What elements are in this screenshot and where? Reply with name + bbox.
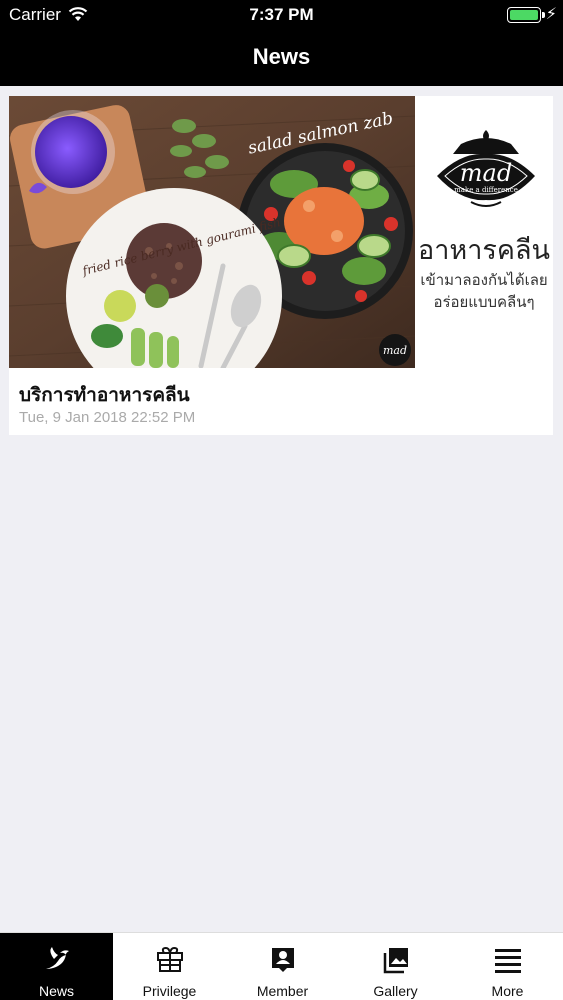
- promo-subline-1: เข้ามาลองกันได้เลย: [420, 272, 548, 289]
- tab-news[interactable]: News: [0, 933, 113, 1000]
- corner-logo-text: mad: [383, 344, 407, 357]
- battery-icon: [507, 7, 541, 23]
- tab-label-member: Member: [256, 983, 309, 999]
- promo-headline: อาหารคลีน: [418, 235, 550, 265]
- tab-member[interactable]: Member: [226, 933, 339, 1000]
- tab-privilege[interactable]: Privilege: [113, 933, 226, 1000]
- food-photo: salad salmon zab fried rice berry with g…: [9, 96, 415, 368]
- page-title: News: [252, 44, 311, 69]
- news-card[interactable]: salad salmon zab fried rice berry with g…: [9, 96, 553, 435]
- news-image: salad salmon zab fried rice berry with g…: [9, 96, 553, 368]
- svg-text:mad: mad: [460, 159, 512, 187]
- status-time: 7:37 PM: [249, 5, 314, 24]
- mad-logo: mad make a difference: [437, 130, 535, 207]
- gallery-icon: [383, 948, 408, 974]
- svg-text:make a difference: make a difference: [454, 186, 518, 194]
- member-card-icon: [271, 948, 294, 972]
- gift-icon: [156, 946, 183, 972]
- promo-subline-2: อร่อยแบบคลีนๆ: [433, 294, 535, 311]
- bird-icon: [45, 947, 69, 969]
- navigation-bar: News: [0, 30, 563, 86]
- tab-label-gallery: Gallery: [373, 983, 418, 999]
- tab-gallery[interactable]: Gallery: [339, 933, 452, 1000]
- charging-icon: ⚡: [545, 6, 557, 23]
- promo-panel: mad make a difference อาหารคลีน เข้ามาลอ…: [415, 96, 553, 368]
- news-title: บริการทำอาหารคลีน: [19, 385, 190, 406]
- status-bar: Carrier 7:37 PM ⚡: [0, 0, 563, 30]
- tab-more[interactable]: More: [452, 933, 563, 1000]
- tab-label-privilege: Privilege: [142, 983, 197, 999]
- tab-bar: News Privilege Member Gallery More: [0, 932, 563, 1000]
- tab-label-more: More: [491, 983, 524, 999]
- menu-icon: [494, 949, 521, 973]
- tab-label-news: News: [38, 983, 74, 999]
- news-date: Tue, 9 Jan 2018 22:52 PM: [19, 409, 196, 426]
